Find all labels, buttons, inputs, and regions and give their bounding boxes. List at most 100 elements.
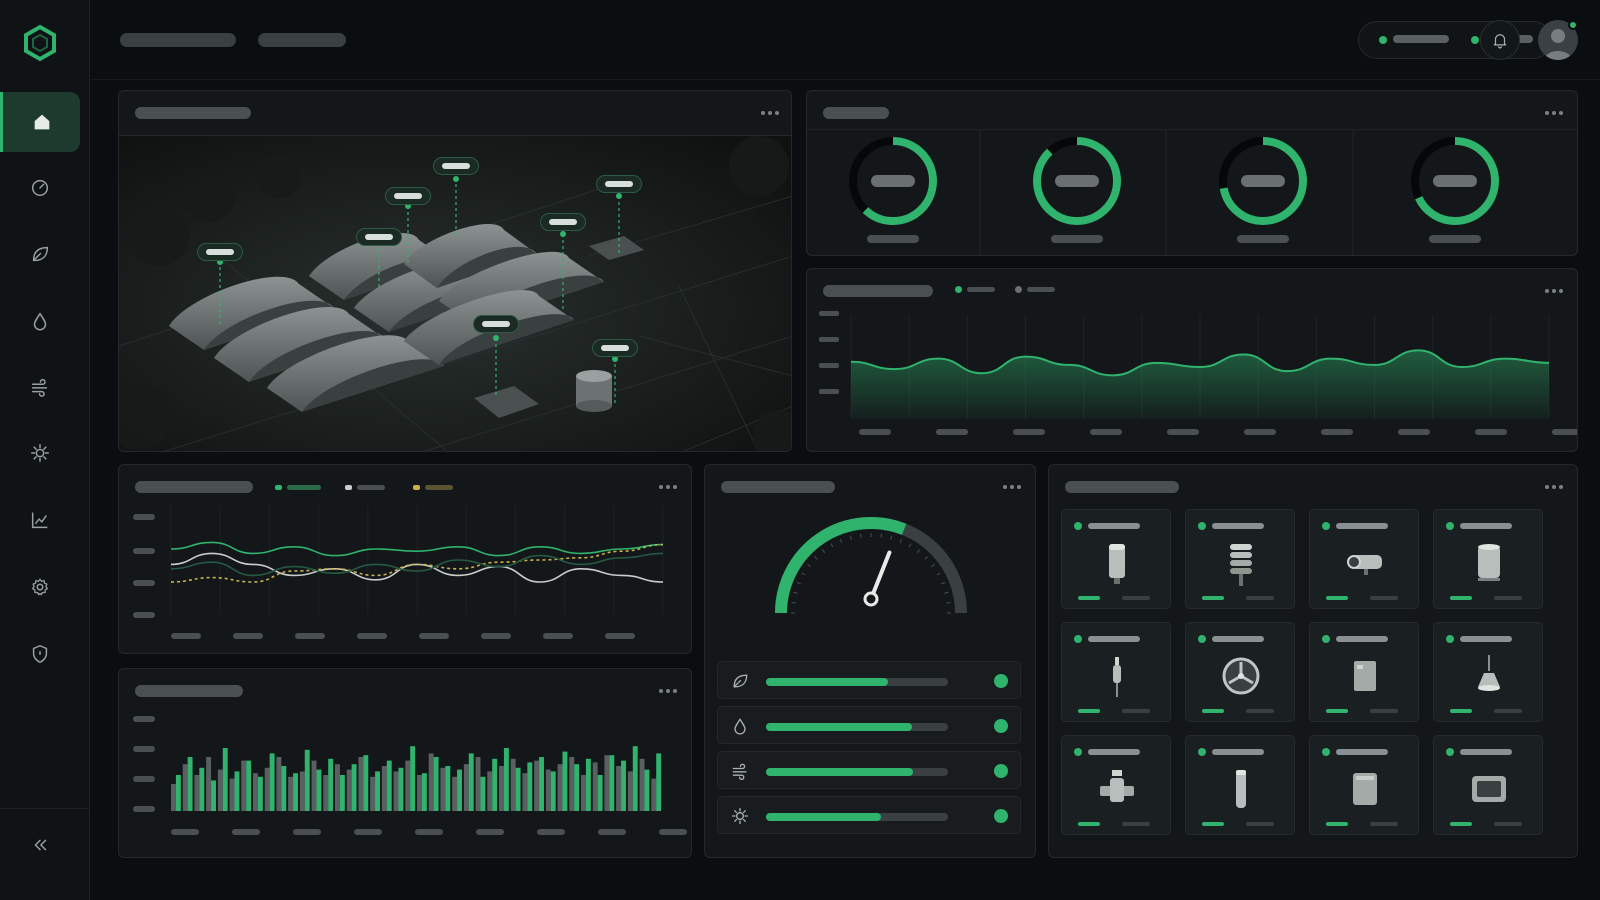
sidebar-item-dashboard[interactable] <box>0 157 80 217</box>
bar-secondary[interactable] <box>545 769 551 811</box>
panel-menu-button[interactable] <box>1003 485 1021 489</box>
bar-secondary[interactable] <box>194 775 200 811</box>
bar-secondary[interactable] <box>627 771 633 811</box>
sidebar-item-crops[interactable] <box>0 224 80 284</box>
bar-secondary[interactable] <box>217 769 223 811</box>
bar-secondary[interactable] <box>370 776 376 811</box>
device-tile[interactable] <box>1061 735 1171 835</box>
bar-primary[interactable] <box>445 766 451 811</box>
bar-secondary[interactable] <box>417 775 422 811</box>
bar-primary[interactable] <box>480 776 486 811</box>
bar-primary[interactable] <box>211 780 216 811</box>
bar-primary[interactable] <box>316 769 322 811</box>
bar-secondary[interactable] <box>534 760 540 811</box>
bar-primary[interactable] <box>199 767 205 811</box>
bar-secondary[interactable] <box>487 771 493 811</box>
multi-line-chart[interactable] <box>119 465 692 654</box>
panel-menu-button[interactable] <box>1545 485 1563 489</box>
device-tile[interactable] <box>1185 622 1295 722</box>
device-tile[interactable] <box>1061 622 1171 722</box>
map-marker-label[interactable] <box>356 228 402 246</box>
bar-primary[interactable] <box>386 760 392 811</box>
bar-secondary[interactable] <box>463 764 469 811</box>
gauge-metric-row[interactable] <box>717 661 1021 699</box>
bar-secondary[interactable] <box>346 769 352 811</box>
sidebar-item-settings[interactable] <box>0 557 80 617</box>
device-tile[interactable] <box>1433 622 1543 722</box>
bar-secondary[interactable] <box>299 771 305 811</box>
gauge-metric-row[interactable] <box>717 706 1021 744</box>
bar-secondary[interactable] <box>440 767 446 811</box>
bar-secondary[interactable] <box>241 760 247 811</box>
bar-secondary[interactable] <box>171 784 176 811</box>
bar-primary[interactable] <box>574 764 580 811</box>
trend-area-chart[interactable] <box>807 269 1578 452</box>
bar-secondary[interactable] <box>522 773 528 811</box>
bar-primary[interactable] <box>527 762 533 811</box>
bar-primary[interactable] <box>410 746 416 811</box>
bar-primary[interactable] <box>562 751 568 811</box>
bar-secondary[interactable] <box>569 757 575 811</box>
bar-secondary[interactable] <box>381 766 387 811</box>
bar-primary[interactable] <box>269 753 275 811</box>
collapse-sidebar-button[interactable] <box>0 815 80 875</box>
bar-primary[interactable] <box>339 775 345 811</box>
bar-primary[interactable] <box>363 755 369 811</box>
bar-primary[interactable] <box>246 760 252 811</box>
device-tile[interactable] <box>1185 735 1295 835</box>
bar-secondary[interactable] <box>581 775 586 811</box>
bar-primary[interactable] <box>257 776 263 811</box>
map-marker-label[interactable] <box>385 187 431 205</box>
bar-secondary[interactable] <box>592 762 598 811</box>
bar-primary[interactable] <box>304 749 310 811</box>
bar-secondary[interactable] <box>253 773 258 811</box>
sidebar-item-water[interactable] <box>0 291 80 351</box>
bar-primary[interactable] <box>187 757 193 811</box>
bar-secondary[interactable] <box>452 776 458 811</box>
sidebar-item-light[interactable] <box>0 423 80 483</box>
gauge-metric-row[interactable] <box>717 751 1021 789</box>
bar-secondary[interactable] <box>393 771 399 811</box>
bar-primary[interactable] <box>175 775 181 811</box>
map-marker-label[interactable] <box>540 213 586 231</box>
device-tile[interactable] <box>1061 509 1171 609</box>
bar-chart[interactable] <box>119 669 692 858</box>
device-tile[interactable] <box>1309 622 1419 722</box>
bar-primary[interactable] <box>375 771 380 811</box>
bar-secondary[interactable] <box>311 760 317 811</box>
bar-secondary[interactable] <box>510 758 516 811</box>
bar-primary[interactable] <box>597 775 603 811</box>
bar-primary[interactable] <box>398 767 404 811</box>
bar-secondary[interactable] <box>358 757 364 811</box>
bar-primary[interactable] <box>515 767 521 811</box>
breadcrumb-primary[interactable] <box>120 33 236 47</box>
map-marker-label[interactable] <box>197 243 243 261</box>
bar-primary[interactable] <box>621 760 626 811</box>
bar-primary[interactable] <box>281 766 287 811</box>
bar-primary[interactable] <box>328 758 334 811</box>
breadcrumb-secondary[interactable] <box>258 33 346 47</box>
panel-menu-button[interactable] <box>761 111 779 115</box>
bar-primary[interactable] <box>421 773 427 811</box>
bar-secondary[interactable] <box>229 778 235 811</box>
bar-primary[interactable] <box>492 758 498 811</box>
bar-primary[interactable] <box>293 773 298 811</box>
hexagon-logo-icon[interactable] <box>22 24 58 62</box>
sidebar-item-home[interactable] <box>0 92 80 152</box>
bar-primary[interactable] <box>234 771 240 811</box>
bar-secondary[interactable] <box>182 764 188 811</box>
map-marker-label[interactable] <box>596 175 642 193</box>
bar-secondary[interactable] <box>428 753 434 811</box>
device-tile[interactable] <box>1433 735 1543 835</box>
bar-secondary[interactable] <box>651 778 657 811</box>
bar-secondary[interactable] <box>616 766 622 811</box>
bar-secondary[interactable] <box>288 776 294 811</box>
bar-primary[interactable] <box>351 764 357 811</box>
bar-primary[interactable] <box>585 758 591 811</box>
bar-secondary[interactable] <box>475 757 481 811</box>
bar-secondary[interactable] <box>264 767 270 811</box>
bar-primary[interactable] <box>433 757 439 811</box>
bar-secondary[interactable] <box>323 775 329 811</box>
status-pill[interactable] <box>1358 21 1552 59</box>
bar-secondary[interactable] <box>604 755 610 811</box>
